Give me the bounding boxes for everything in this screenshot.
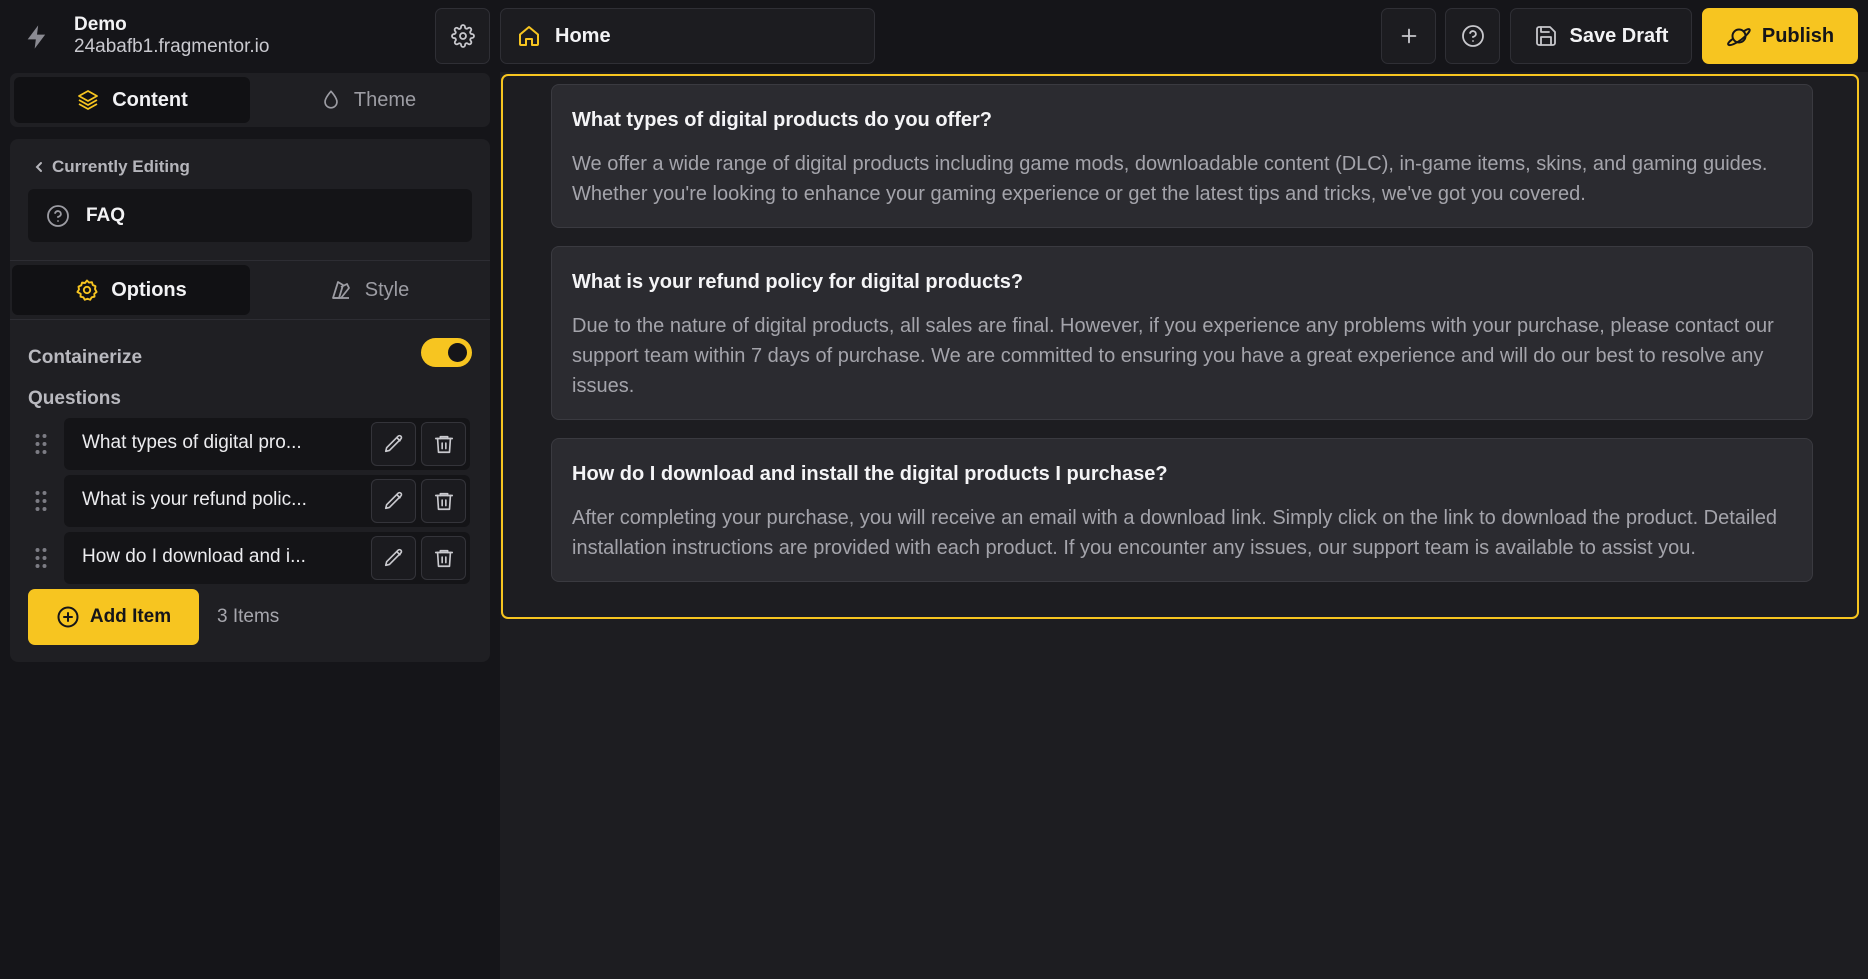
trash-icon [433,547,455,569]
editor-subtabs: Options Style [10,261,490,319]
faq-question: What types of digital products do you of… [572,109,992,131]
gear-icon [450,24,475,48]
currently-editing-label: Currently Editing [52,157,190,176]
save-draft-label: Save Draft [1569,24,1669,47]
component-editor-panel: Currently Editing FAQ Options Style Cont… [10,139,490,662]
faq-answer: We offer a wide range of digital product… [572,153,1768,205]
faq-card[interactable]: What is your refund policy for digital p… [551,246,1813,420]
faq-card[interactable]: How do I download and install the digita… [551,438,1813,582]
page-canvas: What types of digital products do you of… [500,72,1868,979]
layers-icon [76,88,100,112]
site-settings-button[interactable] [435,8,490,64]
question-row: What is your refund polic... [28,475,474,527]
page-selector[interactable]: Home [500,8,875,64]
faq-answer: After completing your purchase, you will… [572,507,1778,559]
tab-options-label: Options [111,278,187,301]
brush-icon [329,278,353,302]
selected-section-outline[interactable]: What types of digital products do you of… [501,74,1859,619]
question-text: What types of digital pro... [82,432,302,453]
drag-handle-icon[interactable] [34,546,48,570]
tab-content[interactable]: Content [14,77,250,123]
trash-icon [433,433,455,455]
edit-question-button[interactable] [371,422,416,466]
floppy-icon [1534,24,1558,48]
trash-icon [433,490,455,512]
tab-content-label: Content [112,88,188,111]
top-bar: Demo 24abafb1.fragmentor.io Home Save Dr… [0,0,1868,72]
editing-component-name: FAQ [86,204,126,226]
drag-handle-icon[interactable] [34,489,48,513]
planet-icon [1726,24,1752,48]
settings-icon [75,278,99,302]
question-field[interactable]: What types of digital pro... [64,418,470,470]
containerize-label: Containerize [28,347,143,368]
question-field[interactable]: How do I download and i... [64,532,470,584]
tab-style-label: Style [364,278,410,301]
add-item-button[interactable]: Add Item [28,589,199,645]
sidebar-tabs: Content Theme [10,73,490,127]
items-count: 3 Items [217,606,280,627]
add-page-button[interactable] [1381,8,1436,64]
question-text: What is your refund polic... [82,489,307,510]
toggle-knob [448,343,467,362]
divider [10,319,490,320]
publish-button[interactable]: Publish [1702,8,1858,64]
question-row: How do I download and i... [28,532,474,584]
save-draft-button[interactable]: Save Draft [1510,8,1692,64]
questions-label: Questions [28,388,121,409]
drag-handle-icon[interactable] [34,432,48,456]
tab-options[interactable]: Options [12,265,250,315]
site-name: Demo [74,14,127,35]
faq-question: What is your refund policy for digital p… [572,271,1024,293]
edit-question-button[interactable] [371,479,416,523]
question-field[interactable]: What is your refund polic... [64,475,470,527]
help-circle-icon [46,204,70,228]
site-domain[interactable]: 24abafb1.fragmentor.io [74,36,269,58]
pencil-icon [383,547,405,569]
faq-card[interactable]: What types of digital products do you of… [551,84,1813,228]
delete-question-button[interactable] [421,422,466,466]
delete-question-button[interactable] [421,536,466,580]
tab-style[interactable]: Style [250,265,488,315]
pencil-icon [383,490,405,512]
droplet-icon [320,89,342,111]
chevron-left-icon [34,161,44,173]
home-icon [517,24,541,48]
faq-answer: Due to the nature of digital products, a… [572,315,1774,397]
plus-circle-icon [56,605,80,629]
help-circle-icon [1461,24,1485,48]
page-selector-label: Home [555,24,611,47]
publish-label: Publish [1761,24,1835,47]
delete-question-button[interactable] [421,479,466,523]
tab-theme[interactable]: Theme [250,77,486,123]
edit-question-button[interactable] [371,536,416,580]
add-item-label: Add Item [89,606,172,627]
editing-component-box[interactable]: FAQ [28,189,472,242]
bolt-icon [23,22,51,52]
tab-theme-label: Theme [353,88,417,111]
currently-editing-back[interactable]: Currently Editing [34,157,190,177]
faq-question: How do I download and install the digita… [572,463,1168,485]
containerize-toggle[interactable] [421,338,472,367]
question-text: How do I download and i... [82,546,306,567]
help-button[interactable] [1445,8,1500,64]
plus-icon [1398,25,1420,47]
question-row: What types of digital pro... [28,418,474,470]
pencil-icon [383,433,405,455]
